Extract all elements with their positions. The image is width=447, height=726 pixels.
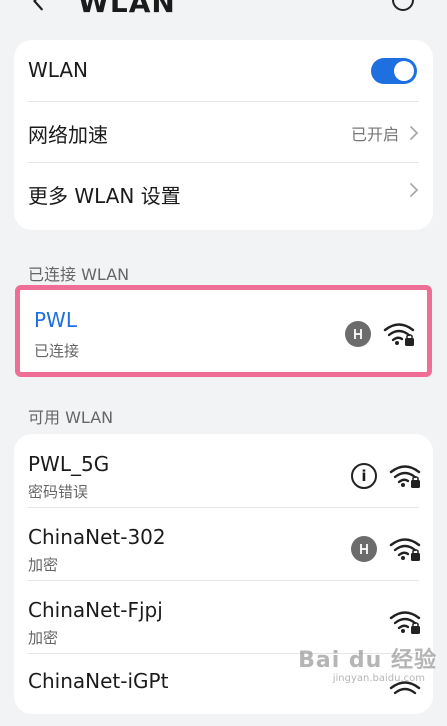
wifi-locked-icon xyxy=(389,538,421,561)
info-icon[interactable] xyxy=(391,0,415,12)
watermark: Bai du 经验 xyxy=(298,648,437,673)
network-boost-row[interactable]: 网络加速 已开启 xyxy=(14,101,433,162)
network-status: 加密 xyxy=(28,629,59,647)
share-icon[interactable] xyxy=(351,536,377,562)
wlan-toggle-row[interactable]: WLAN xyxy=(14,40,433,101)
network-name: ChinaNet-iGPt xyxy=(28,669,169,693)
wlan-label: WLAN xyxy=(28,58,89,82)
more-wlan-settings-label: 更多 WLAN 设置 xyxy=(28,184,181,208)
chevron-right-icon xyxy=(410,126,419,140)
network-name: PWL_5G xyxy=(28,452,110,476)
network-item[interactable]: PWL_5G 密码错误 i xyxy=(14,434,433,507)
connected-section-title: 已连接 WLAN xyxy=(28,265,130,284)
network-name: ChinaNet-Fjpj xyxy=(28,598,163,622)
available-section-title: 可用 WLAN xyxy=(28,408,114,427)
watermark-url: jingyan.baidu.com xyxy=(332,673,425,684)
chevron-right-icon xyxy=(410,183,419,197)
network-status: 加密 xyxy=(28,556,59,574)
wifi-locked-icon xyxy=(389,611,421,634)
network-boost-label: 网络加速 xyxy=(28,123,108,147)
connected-network-item[interactable]: PWL 已连接 xyxy=(15,285,432,377)
network-status: 密码错误 xyxy=(28,483,89,501)
network-item[interactable]: ChinaNet-302 加密 xyxy=(14,507,433,580)
connected-network-status: 已连接 xyxy=(34,342,80,360)
wifi-locked-icon xyxy=(389,465,421,488)
network-boost-status: 已开启 xyxy=(350,125,399,144)
wlan-toggle[interactable] xyxy=(371,58,417,84)
more-wlan-settings-row[interactable]: 更多 WLAN 设置 xyxy=(14,162,433,223)
share-icon[interactable] xyxy=(345,321,371,347)
connected-network-name: PWL xyxy=(34,308,77,332)
page-title: WLAN xyxy=(78,0,176,19)
info-icon[interactable]: i xyxy=(351,463,377,489)
wifi-locked-icon xyxy=(383,323,415,346)
network-name: ChinaNet-302 xyxy=(28,525,166,549)
top-bar: WLAN xyxy=(0,0,447,19)
back-arrow-icon[interactable] xyxy=(28,0,50,12)
wlan-settings-card: WLAN 网络加速 已开启 更多 WLAN 设置 xyxy=(14,40,433,230)
